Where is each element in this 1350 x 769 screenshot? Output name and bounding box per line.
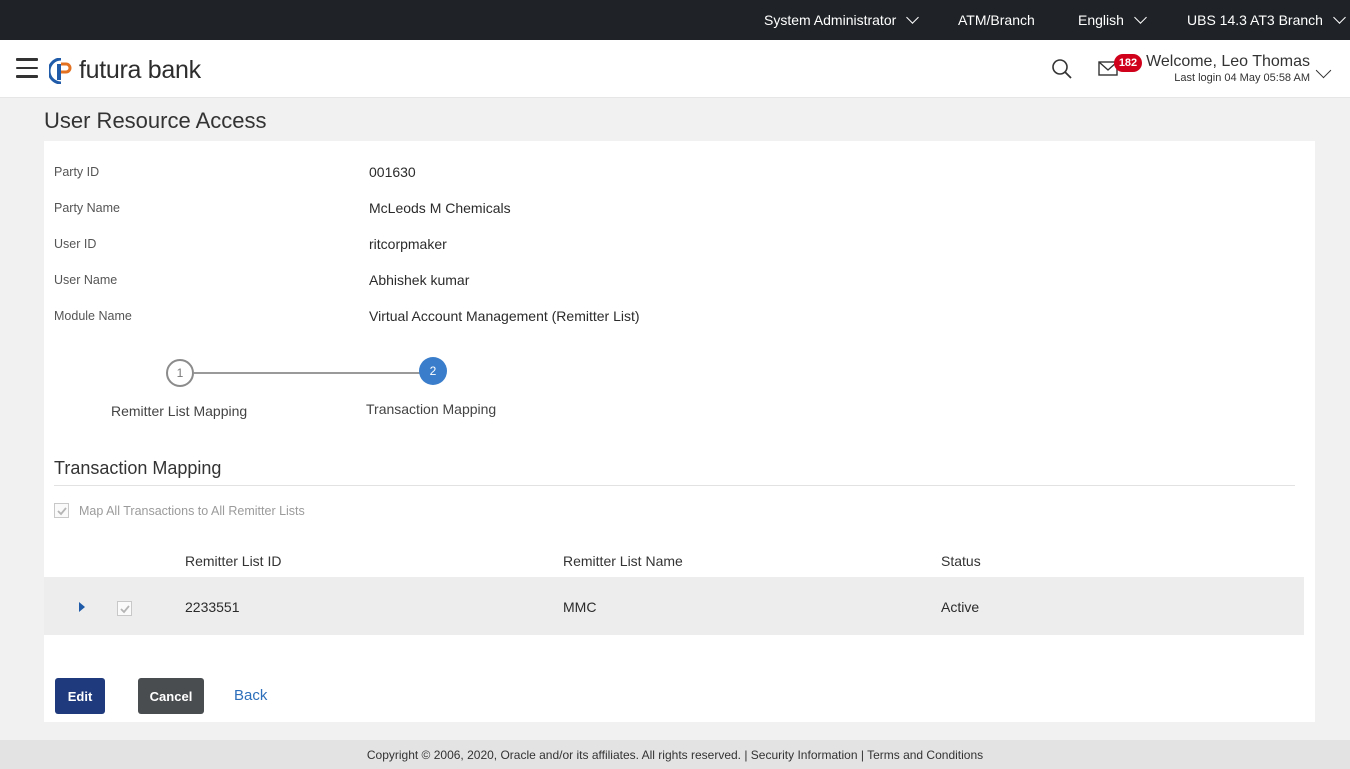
user-name-label: User Name xyxy=(54,273,118,287)
user-name-value: Abhishek kumar xyxy=(369,272,470,288)
checkmark-icon xyxy=(56,506,67,515)
logo-text: futura bank xyxy=(79,56,201,84)
remitter-list-id-cell: 2233551 xyxy=(185,599,240,615)
footer: Copyright © 2006, 2020, Oracle and/or it… xyxy=(0,740,1350,769)
futura-logo-icon xyxy=(49,57,72,84)
chevron-down-icon xyxy=(1134,10,1147,24)
stepper-connector xyxy=(194,372,434,374)
step-2-label: Transaction Mapping xyxy=(366,401,497,417)
module-name-value: Virtual Account Management (Remitter Lis… xyxy=(369,308,640,324)
branch-dropdown[interactable]: UBS 14.3 AT3 Branch xyxy=(1187,0,1346,40)
column-header-status: Status xyxy=(941,553,981,569)
page-title: User Resource Access xyxy=(44,108,267,133)
status-cell: Active xyxy=(941,599,980,615)
step-1-circle[interactable]: 1 xyxy=(166,359,194,387)
row-checkbox[interactable] xyxy=(117,601,132,616)
section-divider xyxy=(54,485,1295,486)
app-header: futura bank 182 Welcome, Leo Thomas Last… xyxy=(0,40,1350,98)
map-all-label: Map All Transactions to All Remitter Lis… xyxy=(79,503,305,518)
chevron-down-icon xyxy=(1333,10,1346,24)
atm-branch-label: ATM/Branch xyxy=(958,12,1035,28)
column-header-remitter-list-name: Remitter List Name xyxy=(563,553,683,569)
notification-badge: 182 xyxy=(1114,54,1142,72)
user-id-label: User ID xyxy=(54,237,97,251)
role-label: System Administrator xyxy=(764,12,897,28)
top-bar: System Administrator ATM/Branch English … xyxy=(0,0,1350,40)
main-panel: Party ID 001630 Party Name McLeods M Che… xyxy=(44,141,1315,722)
user-id-value: ritcorpmaker xyxy=(369,236,447,252)
user-menu-chevron-icon[interactable] xyxy=(1315,62,1332,79)
map-all-checkbox[interactable] xyxy=(54,503,69,518)
column-header-remitter-list-id: Remitter List ID xyxy=(185,553,282,569)
atm-branch-link[interactable]: ATM/Branch xyxy=(958,0,1035,40)
step-1-label: Remitter List Mapping xyxy=(111,403,248,419)
branch-label: UBS 14.3 AT3 Branch xyxy=(1187,12,1323,28)
expand-row-icon[interactable] xyxy=(79,602,85,612)
user-welcome: Welcome, Leo Thomas Last login 04 May 05… xyxy=(1140,53,1310,84)
back-link[interactable]: Back xyxy=(234,687,267,704)
welcome-text: Welcome, Leo Thomas xyxy=(1146,53,1310,70)
footer-text: Copyright © 2006, 2020, Oracle and/or it… xyxy=(366,747,984,762)
module-name-label: Module Name xyxy=(54,309,132,323)
last-login-text: Last login 04 May 05:58 AM xyxy=(1174,72,1310,84)
party-name-value: McLeods M Chemicals xyxy=(369,200,511,216)
cancel-button[interactable]: Cancel xyxy=(138,678,204,714)
chevron-down-icon xyxy=(906,10,920,24)
language-label: English xyxy=(1078,12,1124,28)
checkmark-icon xyxy=(119,604,130,613)
role-dropdown[interactable]: System Administrator xyxy=(764,0,920,40)
edit-button[interactable]: Edit xyxy=(55,678,105,714)
hamburger-menu-icon[interactable] xyxy=(16,58,38,78)
remitter-list-name-cell: MMC xyxy=(563,599,597,615)
step-2-circle[interactable]: 2 xyxy=(419,357,447,385)
language-dropdown[interactable]: English xyxy=(1078,0,1147,40)
map-all-checkbox-row: Map All Transactions to All Remitter Lis… xyxy=(54,503,305,518)
party-id-label: Party ID xyxy=(54,165,100,179)
bank-logo[interactable]: futura bank xyxy=(49,56,201,85)
party-name-label: Party Name xyxy=(54,201,120,215)
section-title: Transaction Mapping xyxy=(54,458,222,478)
search-icon[interactable] xyxy=(1051,58,1073,80)
table-row: 2233551 MMC Active xyxy=(44,577,1304,635)
party-id-value: 001630 xyxy=(369,164,416,180)
